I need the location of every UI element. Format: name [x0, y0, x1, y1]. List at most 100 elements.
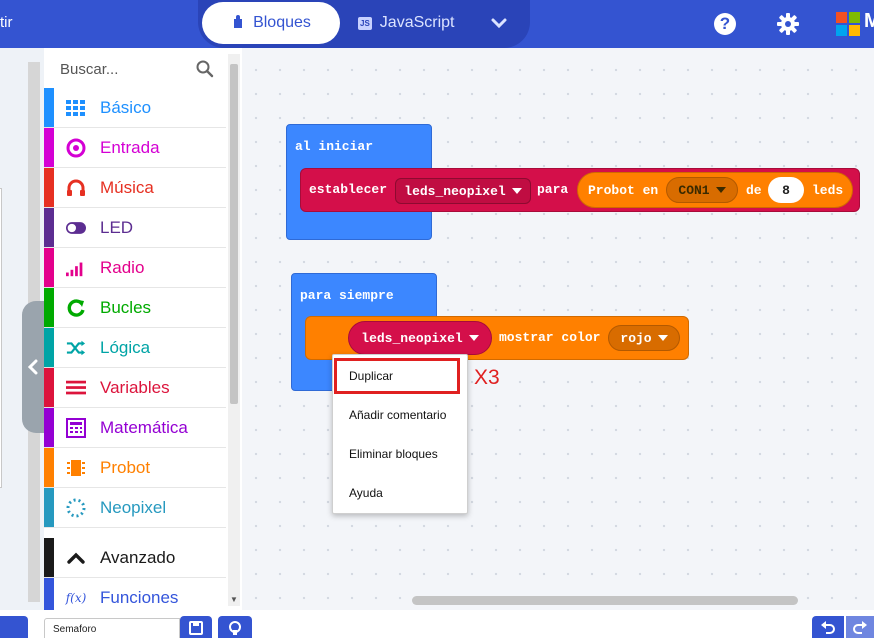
- category-color-bar: [44, 248, 54, 287]
- simulator-card: [0, 188, 2, 488]
- tab-javascript-label: JavaScript: [379, 14, 455, 31]
- dropdown-arrow-icon: [511, 188, 522, 194]
- github-icon: [229, 621, 241, 635]
- bottom-bar: [0, 610, 874, 638]
- help-icon[interactable]: ?: [714, 13, 736, 35]
- tab-blocks-label: Bloques: [253, 14, 311, 31]
- blocks-workspace[interactable]: al iniciar establecer leds_neopixel para…: [242, 48, 874, 610]
- menu-item-help[interactable]: Ayuda: [333, 474, 469, 512]
- category-label: LED: [100, 218, 134, 237]
- category-variables[interactable]: Variables: [44, 368, 226, 408]
- category-label: Música: [100, 178, 154, 197]
- category-neopixel[interactable]: Neopixel: [44, 488, 226, 528]
- grid-icon: [66, 98, 86, 118]
- category-matemática[interactable]: Matemática: [44, 408, 226, 448]
- redo-button[interactable]: [846, 616, 874, 638]
- port-dropdown[interactable]: CON1: [666, 177, 738, 203]
- category-led[interactable]: LED: [44, 208, 226, 248]
- strip-variable-name: leds_neopixel: [361, 330, 463, 346]
- function-icon: f(x): [65, 591, 87, 605]
- category-probot[interactable]: Probot: [44, 448, 226, 488]
- category-label: Radio: [100, 258, 145, 277]
- category-label: Básico: [100, 98, 152, 117]
- category-color-bar: [44, 408, 54, 447]
- probot-create-block[interactable]: Probot en CON1 de 8 leds: [577, 172, 853, 208]
- category-radio[interactable]: Radio: [44, 248, 226, 288]
- color-dropdown[interactable]: rojo: [608, 325, 680, 351]
- category-básico[interactable]: Básico: [44, 88, 226, 128]
- category-label: Avanzado: [100, 548, 176, 567]
- annotation-highlight-box: [334, 358, 460, 394]
- tab-blocks[interactable]: Bloques: [202, 2, 340, 44]
- chip-icon: [66, 458, 86, 478]
- save-icon: [189, 621, 203, 635]
- chevron-down-icon[interactable]: [488, 12, 510, 34]
- category-label: Entrada: [100, 138, 160, 157]
- category-color-bar: [44, 488, 54, 527]
- category-label: Bucles: [100, 298, 152, 317]
- color-value: rojo: [620, 330, 652, 346]
- tab-javascript[interactable]: JS JavaScript: [358, 2, 478, 44]
- led-count-value: 8: [782, 182, 790, 198]
- top-header: tir Bloques JS JavaScript ? M: [0, 0, 874, 48]
- set-to-label: para: [537, 182, 569, 197]
- headphones-icon: [66, 178, 86, 198]
- set-strip-block[interactable]: establecer leds_neopixel para Probot en …: [300, 168, 860, 212]
- advanced-separator: [44, 528, 226, 538]
- toolbox-search: [44, 48, 226, 88]
- category-label: Neopixel: [100, 498, 167, 517]
- undo-button[interactable]: [812, 616, 844, 638]
- show-color-label: mostrar color: [499, 330, 601, 345]
- search-input[interactable]: [60, 58, 190, 80]
- github-button[interactable]: [218, 616, 252, 638]
- editor-tabs: Bloques JS JavaScript: [198, 0, 530, 48]
- category-label: Lógica: [100, 338, 151, 357]
- gear-icon[interactable]: [776, 12, 800, 36]
- collapse-simulator-button[interactable]: [22, 301, 44, 433]
- brand-text: M: [864, 10, 874, 32]
- toolbox-scrollbar[interactable]: ▼: [228, 54, 240, 606]
- probot-label: Probot en: [588, 183, 659, 198]
- header-partial-text[interactable]: tir: [0, 14, 13, 31]
- workspace-horizontal-scrollbar[interactable]: [412, 596, 798, 605]
- port-value: CON1: [678, 182, 710, 198]
- category-bucles[interactable]: Bucles: [44, 288, 226, 328]
- category-advanced[interactable]: Avanzado: [44, 538, 226, 578]
- category-música[interactable]: Música: [44, 168, 226, 208]
- set-prefix-label: establecer: [309, 182, 388, 197]
- toggle-icon: [66, 218, 86, 238]
- leds-label: leds: [812, 183, 844, 198]
- category-entrada[interactable]: Entrada: [44, 128, 226, 168]
- search-icon[interactable]: [196, 60, 214, 78]
- strip-variable-dropdown[interactable]: leds_neopixel: [348, 321, 492, 355]
- dotted-circle-icon: [66, 498, 86, 518]
- category-color-bar: [44, 368, 54, 407]
- js-icon: JS: [358, 16, 372, 30]
- led-count-input[interactable]: 8: [768, 177, 804, 203]
- toolbox-scrollbar-thumb[interactable]: [230, 64, 238, 404]
- signal-bars-icon: [66, 258, 86, 278]
- category-color-bar: [44, 208, 54, 247]
- on-start-label: al iniciar: [295, 139, 374, 154]
- annotation-note: X3: [474, 366, 500, 389]
- list-lines-icon: [66, 378, 86, 398]
- simulator-panel: [0, 48, 44, 610]
- project-name-input[interactable]: [44, 618, 180, 638]
- save-button[interactable]: [180, 616, 212, 638]
- category-color-bar: [44, 168, 54, 207]
- category-color-bar: [44, 88, 54, 127]
- category-color-bar: [44, 448, 54, 487]
- variable-dropdown[interactable]: leds_neopixel: [395, 178, 531, 204]
- category-color-bar: [44, 538, 54, 577]
- chevron-up-icon: [66, 548, 86, 568]
- category-label: Funciones: [100, 588, 179, 607]
- menu-item-add-comment[interactable]: Añadir comentario: [333, 396, 469, 434]
- loop-arrow-icon: [66, 298, 86, 318]
- download-button[interactable]: [0, 616, 28, 638]
- category-lógica[interactable]: Lógica: [44, 328, 226, 368]
- calculator-icon: [66, 418, 86, 438]
- variable-name: leds_neopixel: [404, 183, 506, 199]
- menu-item-delete-blocks[interactable]: Eliminar bloques: [333, 435, 469, 473]
- scroll-down-arrow-icon[interactable]: ▼: [230, 595, 238, 604]
- forever-label: para siempre: [300, 288, 394, 303]
